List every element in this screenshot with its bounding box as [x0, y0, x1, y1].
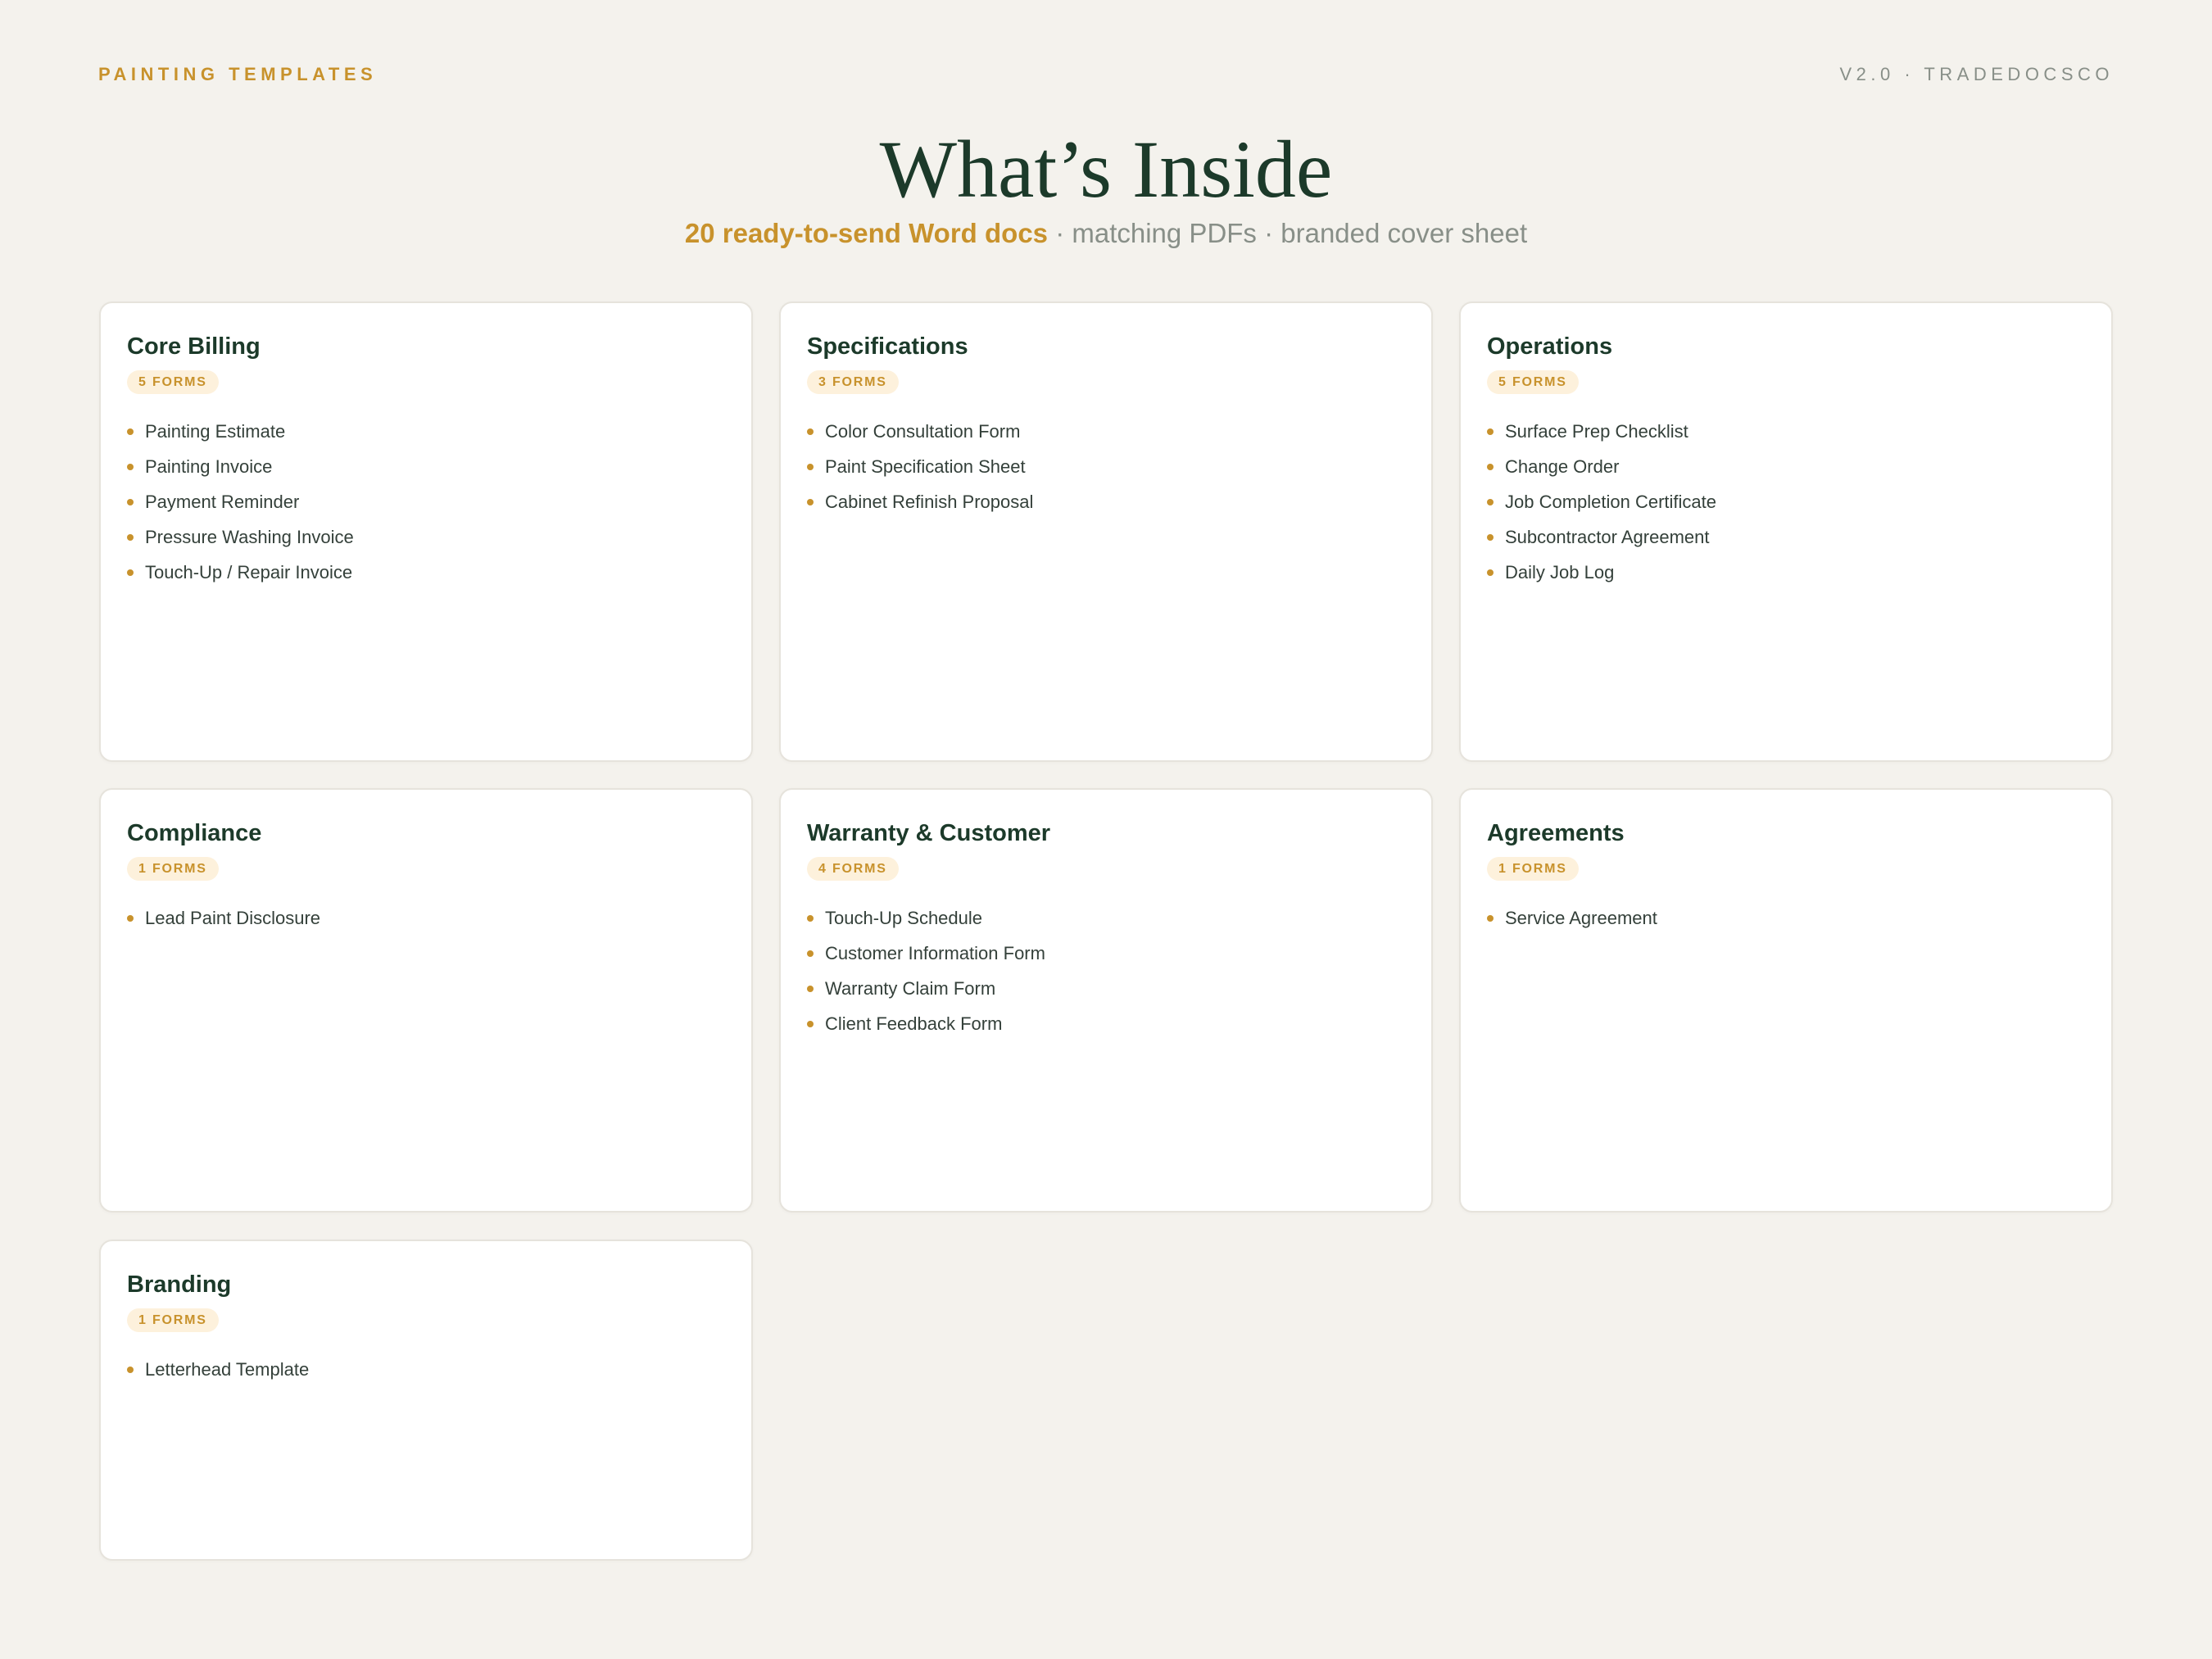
category-card-compliance: Compliance 1 FORMS Lead Paint Disclosure [99, 788, 753, 1213]
list-item: Color Consultation Form [807, 414, 1405, 449]
list-item: Touch-Up Schedule [807, 900, 1405, 936]
form-count-badge: 4 FORMS [807, 857, 899, 881]
list-item: Warranty Claim Form [807, 971, 1405, 1006]
eyebrow-label: PAINTING TEMPLATES [98, 64, 378, 84]
form-list: Touch-Up Schedule Customer Information F… [807, 900, 1405, 1041]
form-count-badge: 3 FORMS [807, 370, 899, 394]
category-card-specifications: Specifications 3 FORMS Color Consultatio… [779, 301, 1433, 762]
form-list: Painting Estimate Painting Invoice Payme… [127, 414, 725, 590]
form-list: Letterhead Template [127, 1352, 725, 1387]
list-item: Touch-Up / Repair Invoice [127, 555, 725, 590]
list-item: Subcontractor Agreement [1487, 519, 2085, 555]
form-count-badge: 1 FORMS [127, 857, 219, 881]
list-item: Surface Prep Checklist [1487, 414, 2085, 449]
list-item: Job Completion Certificate [1487, 484, 2085, 519]
list-item: Paint Specification Sheet [807, 449, 1405, 484]
list-item: Service Agreement [1487, 900, 2085, 936]
list-item: Painting Invoice [127, 449, 725, 484]
card-title: Operations [1487, 333, 1613, 360]
form-list: Surface Prep Checklist Change Order Job … [1487, 414, 2085, 590]
list-item: Client Feedback Form [807, 1006, 1405, 1041]
card-title: Warranty & Customer [807, 820, 1051, 846]
list-item: Pressure Washing Invoice [127, 519, 725, 555]
card-title: Core Billing [127, 333, 261, 360]
card-title: Branding [127, 1271, 232, 1298]
form-list: Service Agreement [1487, 900, 2085, 936]
page-title: What’s Inside [879, 124, 1333, 215]
list-item: Payment Reminder [127, 484, 725, 519]
form-list: Color Consultation Form Paint Specificat… [807, 414, 1405, 519]
subtitle-highlight: 20 ready-to-send Word docs [684, 218, 1049, 248]
list-item: Cabinet Refinish Proposal [807, 484, 1405, 519]
category-card-core-billing: Core Billing 5 FORMS Painting Estimate P… [99, 301, 753, 762]
list-item: Customer Information Form [807, 936, 1405, 971]
form-list: Lead Paint Disclosure [127, 900, 725, 936]
list-item: Lead Paint Disclosure [127, 900, 725, 936]
category-card-warranty-customer: Warranty & Customer 4 FORMS Touch-Up Sch… [779, 788, 1433, 1213]
card-title: Agreements [1487, 820, 1625, 846]
category-card-agreements: Agreements 1 FORMS Service Agreement [1459, 788, 2113, 1213]
card-title: Specifications [807, 333, 968, 360]
category-card-branding: Branding 1 FORMS Letterhead Template [99, 1240, 753, 1561]
card-title: Compliance [127, 820, 262, 846]
list-item: Letterhead Template [127, 1352, 725, 1387]
list-item: Painting Estimate [127, 414, 725, 449]
version-label: V2.0 · TRADEDOCSCO [1839, 64, 2114, 84]
category-card-operations: Operations 5 FORMS Surface Prep Checklis… [1459, 301, 2113, 762]
list-item: Daily Job Log [1487, 555, 2085, 590]
form-count-badge: 5 FORMS [127, 370, 219, 394]
subtitle: 20 ready-to-send Word docs · matching PD… [0, 218, 2212, 249]
subtitle-rest: · matching PDFs · branded cover sheet [1048, 218, 1528, 248]
list-item: Change Order [1487, 449, 2085, 484]
form-count-badge: 5 FORMS [1487, 370, 1579, 394]
form-count-badge: 1 FORMS [127, 1308, 219, 1332]
form-count-badge: 1 FORMS [1487, 857, 1579, 881]
